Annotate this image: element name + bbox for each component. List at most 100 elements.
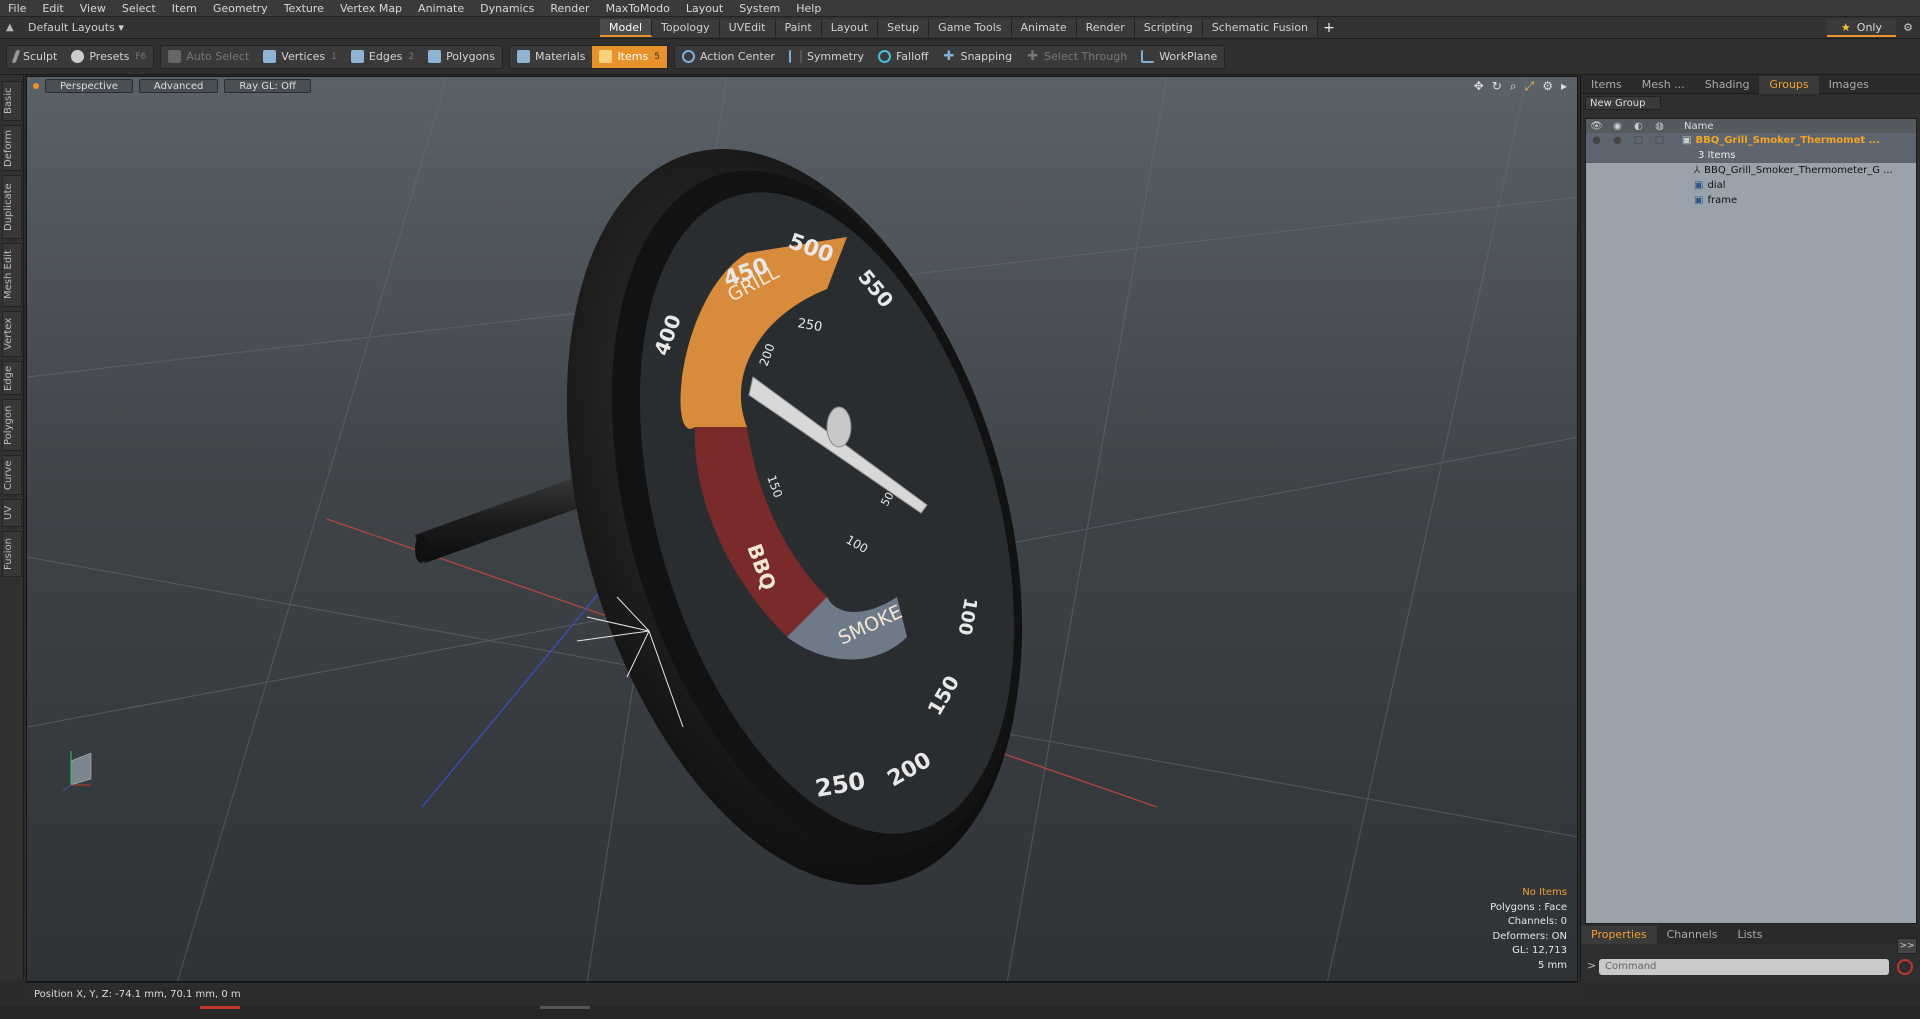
menu-item-layout[interactable]: Layout: [678, 0, 731, 17]
expand-button[interactable]: >>: [1897, 938, 1917, 954]
snapping-icon: ✚: [943, 49, 955, 64]
command-run-button[interactable]: [1897, 959, 1913, 975]
bottom-tab-lists[interactable]: Lists: [1728, 926, 1773, 944]
viewport-nav-icons: ✥ ↻ ⌕ ⤢ ⚙ ▸: [1474, 79, 1567, 94]
tree-item-dial[interactable]: ▣ dial: [1586, 178, 1916, 193]
rotate-icon[interactable]: ↻: [1492, 79, 1502, 94]
needle-hub: [826, 406, 852, 448]
sculpt-button[interactable]: Sculpt: [7, 46, 64, 68]
tools-group: Action Center Symmetry Falloff ✚ Snapping…: [673, 44, 1226, 69]
layout-tab-animate[interactable]: Animate: [1011, 18, 1077, 37]
layout-collapse-icon[interactable]: ▲: [6, 22, 18, 34]
layout-tab-paint[interactable]: Paint: [775, 18, 822, 37]
left-tab-mesh-edit[interactable]: Mesh Edit: [2, 243, 22, 307]
expand-arrow-icon[interactable]: ▸: [1561, 79, 1567, 94]
command-prompt-icon: >: [1587, 959, 1597, 972]
select-header-icon[interactable]: ◍: [1649, 121, 1670, 132]
menu-item-file[interactable]: File: [0, 0, 34, 17]
bottom-tab-properties[interactable]: Properties: [1581, 926, 1657, 944]
presets-key: F6: [135, 51, 147, 62]
left-tab-polygon[interactable]: Polygon: [2, 399, 22, 451]
menu-item-dynamics[interactable]: Dynamics: [472, 0, 542, 17]
menu-item-render[interactable]: Render: [542, 0, 597, 17]
layout-tab-model[interactable]: Model: [600, 18, 653, 37]
menu-item-system[interactable]: System: [731, 0, 788, 17]
edges-button[interactable]: Edges 2: [344, 46, 421, 68]
layout-selector[interactable]: Default Layouts ▾: [28, 21, 124, 34]
layout-tab-render[interactable]: Render: [1076, 18, 1135, 37]
tree-item-label: BBQ_Grill_Smoker_Thermometer_G ...: [1704, 165, 1893, 176]
falloff-button[interactable]: Falloff: [871, 46, 935, 68]
polygons-button[interactable]: Polygons: [421, 46, 502, 68]
visibility-header-icon[interactable]: 👁: [1586, 121, 1607, 132]
settings-icon[interactable]: ⚙: [1542, 79, 1553, 94]
items-button[interactable]: Items 5: [592, 45, 667, 68]
viewport-menu-dot[interactable]: [33, 83, 39, 89]
layout-tab-scripting[interactable]: Scripting: [1134, 18, 1203, 37]
menu-item-select[interactable]: Select: [114, 0, 164, 17]
3d-viewport[interactable]: 450 500 550 400 100 150 200 250 250 200 …: [26, 76, 1578, 982]
menu-item-texture[interactable]: Texture: [276, 0, 332, 17]
panel-tab-items[interactable]: Items: [1581, 76, 1632, 94]
symmetry-button[interactable]: Symmetry: [782, 46, 871, 68]
left-tab-basic[interactable]: Basic: [2, 81, 22, 121]
raygl-toggle[interactable]: Ray GL: Off: [224, 79, 311, 93]
menu-item-vertex-map[interactable]: Vertex Map: [332, 0, 410, 17]
right-panel: Items Mesh ... Shading Groups Images New Gro…: [1580, 75, 1920, 982]
pan-icon[interactable]: ✥: [1474, 79, 1484, 94]
panel-tab-groups[interactable]: Groups: [1759, 75, 1819, 94]
add-layout-tab-button[interactable]: +: [1318, 20, 1340, 36]
menu-item-edit[interactable]: Edit: [34, 0, 71, 17]
left-tab-curve[interactable]: Curve: [2, 455, 22, 495]
command-input[interactable]: Command: [1599, 959, 1889, 975]
layout-tab-topology[interactable]: Topology: [652, 18, 720, 37]
left-tab-uv[interactable]: UV: [2, 499, 22, 527]
vertices-button[interactable]: Vertices 1: [256, 46, 344, 68]
only-toggle[interactable]: ★ Only: [1826, 18, 1896, 37]
lock-header-icon[interactable]: ◐: [1628, 121, 1649, 132]
layout-tab-game-tools[interactable]: Game Tools: [929, 18, 1012, 37]
viewport-header: Perspective Advanced Ray GL: Off: [27, 77, 1577, 95]
zoom-icon[interactable]: ⌕: [1510, 79, 1517, 94]
auto-select-button[interactable]: Auto Select: [161, 46, 256, 68]
panel-tab-images[interactable]: Images: [1819, 76, 1879, 94]
symmetry-icon: [788, 50, 802, 63]
select-through-icon: ✚: [1027, 49, 1039, 64]
panel-tab-shading[interactable]: Shading: [1695, 76, 1760, 94]
left-tab-duplicate[interactable]: Duplicate: [2, 175, 22, 239]
gear-icon[interactable]: ⚙: [1896, 21, 1920, 34]
left-tab-edge[interactable]: Edge: [2, 361, 22, 395]
sculpt-label: Sculpt: [23, 50, 58, 63]
bottom-tab-channels[interactable]: Channels: [1657, 926, 1728, 944]
z-axis-line: [421, 558, 628, 808]
group-row[interactable]: ● ● □ □ ▣ BBQ_Grill_Smoker_Thermomet ...: [1586, 133, 1916, 148]
layout-tab-schematic-fusion[interactable]: Schematic Fusion: [1202, 18, 1319, 37]
tree-item-mesh[interactable]: ⅄ BBQ_Grill_Smoker_Thermometer_G ...: [1586, 163, 1916, 178]
left-tab-vertex[interactable]: Vertex: [2, 311, 22, 357]
layout-tab-setup[interactable]: Setup: [878, 18, 930, 37]
workplane-button[interactable]: WorkPlane: [1134, 46, 1224, 68]
shading-mode-dropdown[interactable]: Advanced: [138, 79, 219, 93]
render-header-icon[interactable]: ◉: [1607, 121, 1628, 132]
menu-item-geometry[interactable]: Geometry: [205, 0, 276, 17]
presets-button[interactable]: Presets F6: [64, 46, 153, 68]
left-tab-fusion[interactable]: Fusion: [2, 531, 22, 577]
menu-item-animate[interactable]: Animate: [410, 0, 472, 17]
view-mode-dropdown[interactable]: Perspective: [45, 79, 133, 93]
menu-item-view[interactable]: View: [72, 0, 114, 17]
menu-item-help[interactable]: Help: [788, 0, 829, 17]
materials-button[interactable]: Materials: [510, 46, 592, 68]
menu-item-maxtomodo[interactable]: MaxToModo: [598, 0, 678, 17]
menu-item-item[interactable]: Item: [164, 0, 205, 17]
left-tab-deform[interactable]: Deform: [2, 125, 22, 171]
fit-icon[interactable]: ⤢: [1525, 79, 1535, 94]
only-label: Only: [1856, 20, 1882, 34]
snapping-button[interactable]: ✚ Snapping: [935, 46, 1019, 68]
layout-tab-layout[interactable]: Layout: [821, 18, 879, 37]
tree-item-frame[interactable]: ▣ frame: [1586, 193, 1916, 208]
panel-tab-mesh[interactable]: Mesh ...: [1632, 76, 1695, 94]
select-through-button[interactable]: ✚ Select Through: [1019, 46, 1134, 68]
layout-tab-uvedit[interactable]: UVEdit: [719, 18, 776, 37]
new-group-button[interactable]: New Group: [1585, 96, 1661, 110]
action-center-button[interactable]: Action Center: [675, 46, 782, 68]
